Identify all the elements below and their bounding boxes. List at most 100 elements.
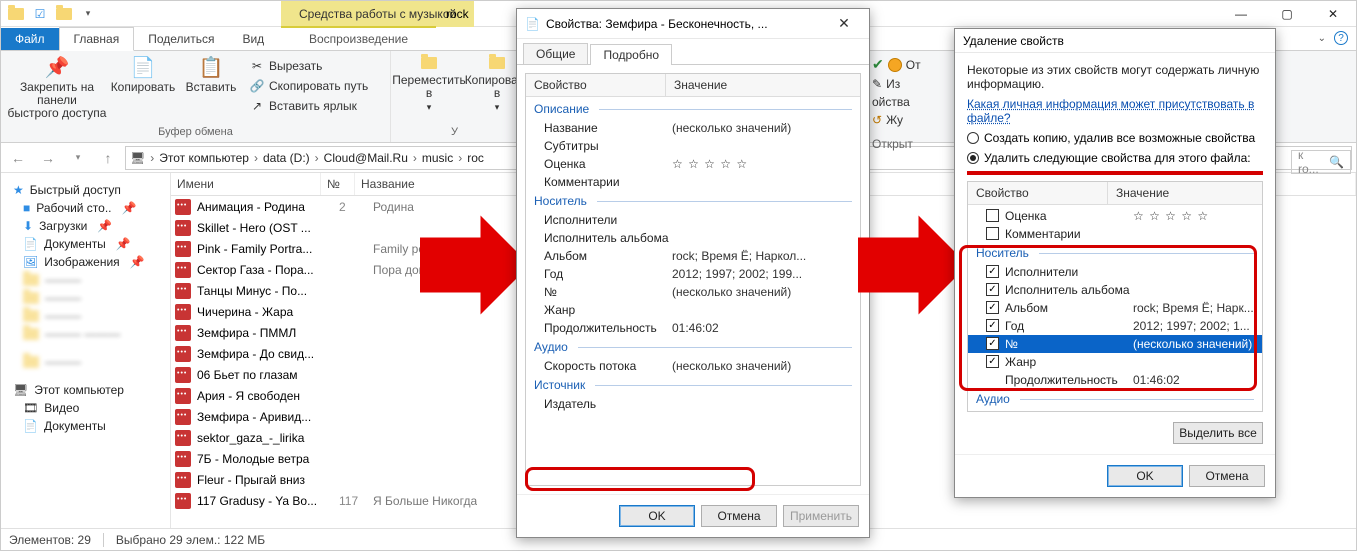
group-organize-label: У bbox=[397, 124, 512, 140]
check-icon: ✔ bbox=[872, 56, 884, 73]
music-file-icon bbox=[175, 346, 191, 362]
list-item[interactable]: Исполнители bbox=[968, 263, 1262, 281]
ok-button[interactable]: OK bbox=[619, 505, 695, 527]
search-box[interactable]: к ro... 🔍 bbox=[1291, 150, 1351, 174]
rating-stars-icon[interactable]: ☆ ☆ ☆ ☆ ☆ bbox=[672, 157, 860, 171]
copy-button[interactable]: 📄 Копировать bbox=[111, 53, 175, 94]
star-icon: ★ bbox=[13, 183, 24, 197]
music-file-icon bbox=[175, 472, 191, 488]
select-all-button[interactable]: Выделить все bbox=[1173, 422, 1263, 444]
list-item-selected[interactable]: №(несколько значений) bbox=[968, 335, 1262, 353]
open-icon bbox=[888, 58, 902, 72]
sidebar-item-blurred[interactable]: ——— ——— bbox=[9, 325, 162, 343]
list-item[interactable]: Продолжительность01:46:02 bbox=[968, 371, 1262, 389]
tab-view[interactable]: Вид bbox=[228, 28, 278, 50]
properties-list[interactable]: Описание Название(несколько значений) Су… bbox=[526, 97, 860, 485]
list-item[interactable]: Оценка☆ ☆ ☆ ☆ ☆ bbox=[968, 207, 1262, 225]
sidebar-item-videos[interactable]: 🎞Видео bbox=[9, 399, 162, 417]
tab-share[interactable]: Поделиться bbox=[134, 28, 228, 50]
sidebar-item-desktop[interactable]: ■Рабочий сто..📌 bbox=[9, 199, 162, 217]
sidebar-item-blurred[interactable]: ——— bbox=[9, 307, 162, 325]
tab-playback[interactable]: Воспроизведение bbox=[281, 26, 436, 50]
paste-button[interactable]: 📋 Вставить bbox=[179, 53, 243, 94]
nav-back-button[interactable]: ← bbox=[5, 145, 31, 171]
pin-button[interactable]: 📌 Закрепить на панели быстрого доступа bbox=[7, 53, 107, 121]
group-source: Источник bbox=[526, 375, 860, 395]
sidebar-item-downloads[interactable]: ⬇Загрузки📌 bbox=[9, 217, 162, 235]
cancel-button[interactable]: Отмена bbox=[701, 505, 777, 527]
dialog-icon: 📄 bbox=[525, 17, 540, 31]
col-property: Свойство bbox=[526, 74, 666, 96]
sidebar-item-blurred[interactable]: ——— bbox=[9, 271, 162, 289]
sidebar-item-blurred[interactable]: ——— bbox=[9, 353, 162, 371]
qat-dropdown-icon[interactable]: ▾ bbox=[77, 3, 99, 25]
list-item[interactable]: Жанр bbox=[968, 353, 1262, 371]
sidebar-item-documents[interactable]: 📄Документы📌 bbox=[9, 235, 162, 253]
sidebar-item-blurred[interactable]: ——— bbox=[9, 289, 162, 307]
maximize-button[interactable]: ▢ bbox=[1264, 1, 1310, 27]
move-to-button[interactable]: Переместить в ▾ bbox=[397, 53, 461, 112]
qat-new-folder-icon[interactable] bbox=[53, 3, 75, 25]
crumb-cloud[interactable]: Cloud@Mail.Ru bbox=[324, 151, 408, 165]
sidebar-item-pictures[interactable]: 🖼Изображения📌 bbox=[9, 253, 162, 271]
remove-properties-dialog: Удаление свойств Некоторые из этих свойс… bbox=[954, 28, 1276, 498]
sidebar-item-documents2[interactable]: 📄Документы bbox=[9, 417, 162, 435]
crumb-this-pc[interactable]: Этот компьютер bbox=[159, 151, 249, 165]
search-icon: 🔍 bbox=[1329, 155, 1344, 169]
remove-properties-list[interactable]: Оценка☆ ☆ ☆ ☆ ☆ Комментарии Носитель Исп… bbox=[968, 205, 1262, 411]
apply-button[interactable]: Применить bbox=[783, 505, 859, 527]
desktop-icon: ■ bbox=[23, 201, 30, 215]
music-file-icon bbox=[175, 409, 191, 425]
close-button[interactable]: ✕ bbox=[1310, 1, 1356, 27]
crumb-drive[interactable]: data (D:) bbox=[263, 151, 310, 165]
paste-shortcut-button[interactable]: ↗Вставить ярлык bbox=[247, 97, 370, 115]
col-header-num[interactable]: № bbox=[321, 173, 355, 195]
music-file-icon bbox=[175, 199, 191, 215]
music-file-icon bbox=[175, 304, 191, 320]
video-icon: 🎞 bbox=[23, 401, 38, 415]
tab-details[interactable]: Подробно bbox=[590, 44, 672, 65]
tab-file[interactable]: Файл bbox=[1, 28, 59, 50]
group-description: Описание bbox=[526, 99, 860, 119]
qat-props-icon[interactable]: ☑ bbox=[29, 3, 51, 25]
downloads-icon: ⬇ bbox=[23, 219, 33, 233]
col-header-name[interactable]: Имени bbox=[171, 173, 321, 195]
red-underline bbox=[967, 171, 1263, 175]
nav-up-button[interactable]: ↑ bbox=[95, 145, 121, 171]
music-file-icon bbox=[175, 325, 191, 341]
documents-icon: 📄 bbox=[23, 419, 38, 433]
tab-general[interactable]: Общие bbox=[523, 43, 588, 64]
dialog-close-button[interactable]: ✕ bbox=[827, 15, 861, 32]
col-property: Свойство bbox=[968, 182, 1108, 204]
list-item[interactable]: Комментарии bbox=[968, 225, 1262, 243]
help-icon[interactable]: ? bbox=[1334, 31, 1348, 45]
personal-info-link[interactable]: Какая личная информация может присутство… bbox=[967, 97, 1254, 125]
radio-create-copy[interactable]: Создать копию, удалив все возможные свой… bbox=[967, 131, 1263, 145]
cancel-button[interactable]: Отмена bbox=[1189, 465, 1265, 487]
music-file-icon bbox=[175, 283, 191, 299]
qat-folder-icon[interactable] bbox=[5, 3, 27, 25]
list-item[interactable]: Альбомrock; Время Ё; Нарк... bbox=[968, 299, 1262, 317]
minimize-button[interactable]: — bbox=[1218, 1, 1264, 27]
cut-button[interactable]: ✂Вырезать bbox=[247, 57, 370, 75]
sidebar-quick-access[interactable]: ★Быстрый доступ bbox=[9, 181, 162, 199]
nav-forward-button[interactable]: → bbox=[35, 145, 61, 171]
tab-home[interactable]: Главная bbox=[59, 27, 135, 51]
music-file-icon bbox=[175, 241, 191, 257]
list-item[interactable]: Исполнитель альбома bbox=[968, 281, 1262, 299]
status-count: Элементов: 29 bbox=[9, 533, 91, 547]
ok-button[interactable]: OK bbox=[1107, 465, 1183, 487]
group-audio: Аудио bbox=[968, 389, 1262, 409]
crumb-music[interactable]: music bbox=[422, 151, 453, 165]
list-item[interactable]: Год2012; 1997; 2002; 1... bbox=[968, 317, 1262, 335]
radio-remove-selected[interactable]: Удалить следующие свойства для этого фай… bbox=[967, 151, 1263, 165]
sidebar-this-pc[interactable]: 🖥Этот компьютер bbox=[9, 381, 162, 399]
crumb-rock[interactable]: roc bbox=[467, 151, 484, 165]
paste-icon: 📋 bbox=[199, 57, 224, 79]
properties-dialog: 📄 Свойства: Земфира - Бесконечность, ...… bbox=[516, 8, 870, 538]
copy-path-button[interactable]: 🔗Скопировать путь bbox=[247, 77, 370, 95]
scissors-icon: ✂ bbox=[249, 58, 265, 74]
nav-sidebar: ★Быстрый доступ ■Рабочий сто..📌 ⬇Загрузк… bbox=[1, 173, 171, 528]
ribbon-collapse-icon[interactable]: ⌄ bbox=[1318, 33, 1326, 44]
nav-recent-button[interactable]: ▾ bbox=[65, 145, 91, 171]
